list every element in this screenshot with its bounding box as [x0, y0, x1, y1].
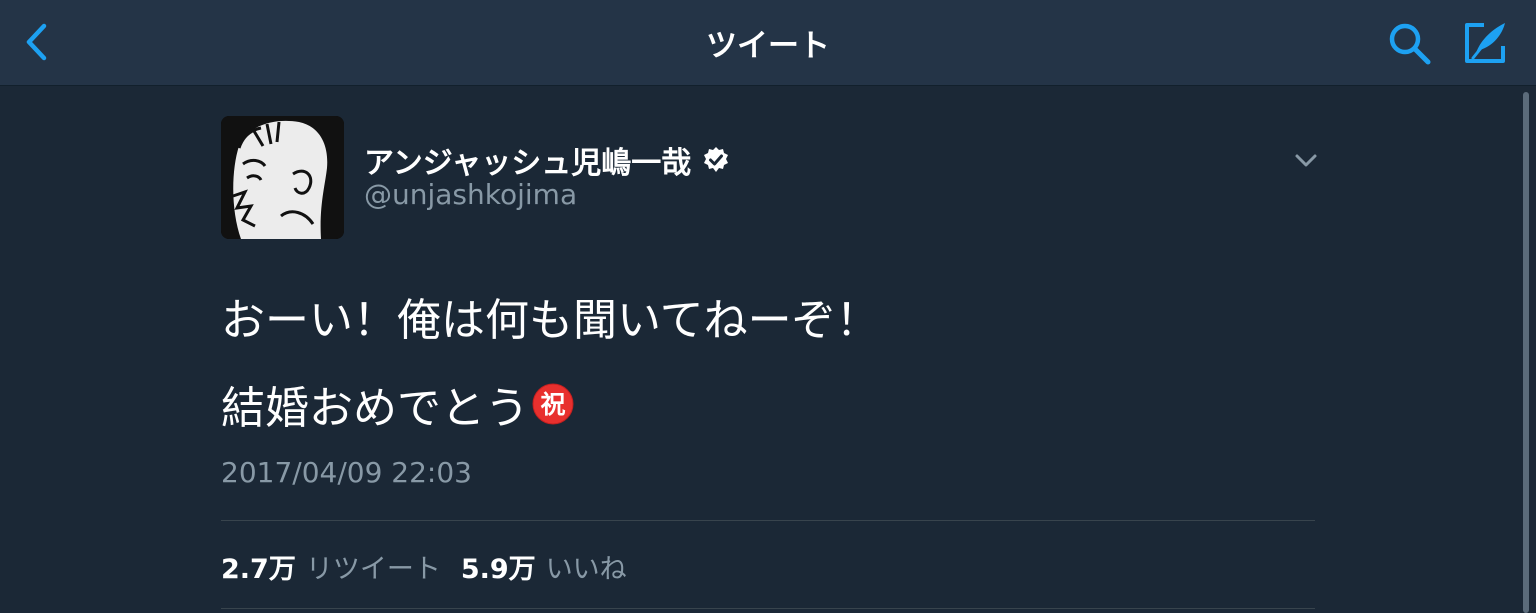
avatar[interactable] — [221, 116, 344, 239]
like-count[interactable]: 5.9万 — [461, 547, 536, 586]
top-navigation-bar: ツイート — [0, 0, 1536, 86]
celebration-emoji-glyph: 祝 — [540, 390, 565, 419]
tweet-timestamp: 2017/04/09 22:03 — [221, 456, 472, 489]
user-handle[interactable]: @unjashkojima — [364, 178, 577, 211]
tweet-options-button[interactable] — [1286, 146, 1326, 176]
celebration-emoji-icon: 祝 — [531, 382, 575, 426]
like-label[interactable]: いいね — [546, 547, 627, 586]
retweet-label[interactable]: リツイート — [306, 547, 441, 586]
sketch-face-avatar-image — [221, 116, 344, 239]
divider — [221, 520, 1315, 521]
divider — [221, 608, 1315, 609]
compose-tweet-icon — [1465, 23, 1505, 63]
tweet-text-line-2-text: 結婚おめでとう — [221, 383, 529, 434]
author-name-row[interactable]: アンジャッシュ児嶋一哉 — [364, 138, 731, 182]
verified-badge-icon — [701, 145, 731, 175]
tweet-stats: 2.7万 リツイート 5.9万 いいね — [221, 546, 627, 586]
retweet-count[interactable]: 2.7万 — [221, 547, 296, 586]
chevron-down-icon — [1295, 154, 1317, 167]
tweet-text-line-2: 結婚おめでとう 祝 — [221, 372, 575, 436]
tweet-detail-screen: ツイート アンジャッシュ児嶋一哉 @unjashkojima おーい！俺は何も聞… — [0, 0, 1536, 613]
display-name[interactable]: アンジャッシュ児嶋一哉 — [364, 138, 691, 182]
compose-tweet-button[interactable] — [1456, 14, 1514, 72]
search-icon — [1389, 23, 1431, 65]
search-button[interactable] — [1384, 18, 1436, 70]
scrollbar[interactable] — [1523, 92, 1529, 613]
tweet-text-line-1: おーい！俺は何も聞いてねーぞ！ — [221, 295, 880, 346]
page-title: ツイート — [706, 27, 830, 64]
